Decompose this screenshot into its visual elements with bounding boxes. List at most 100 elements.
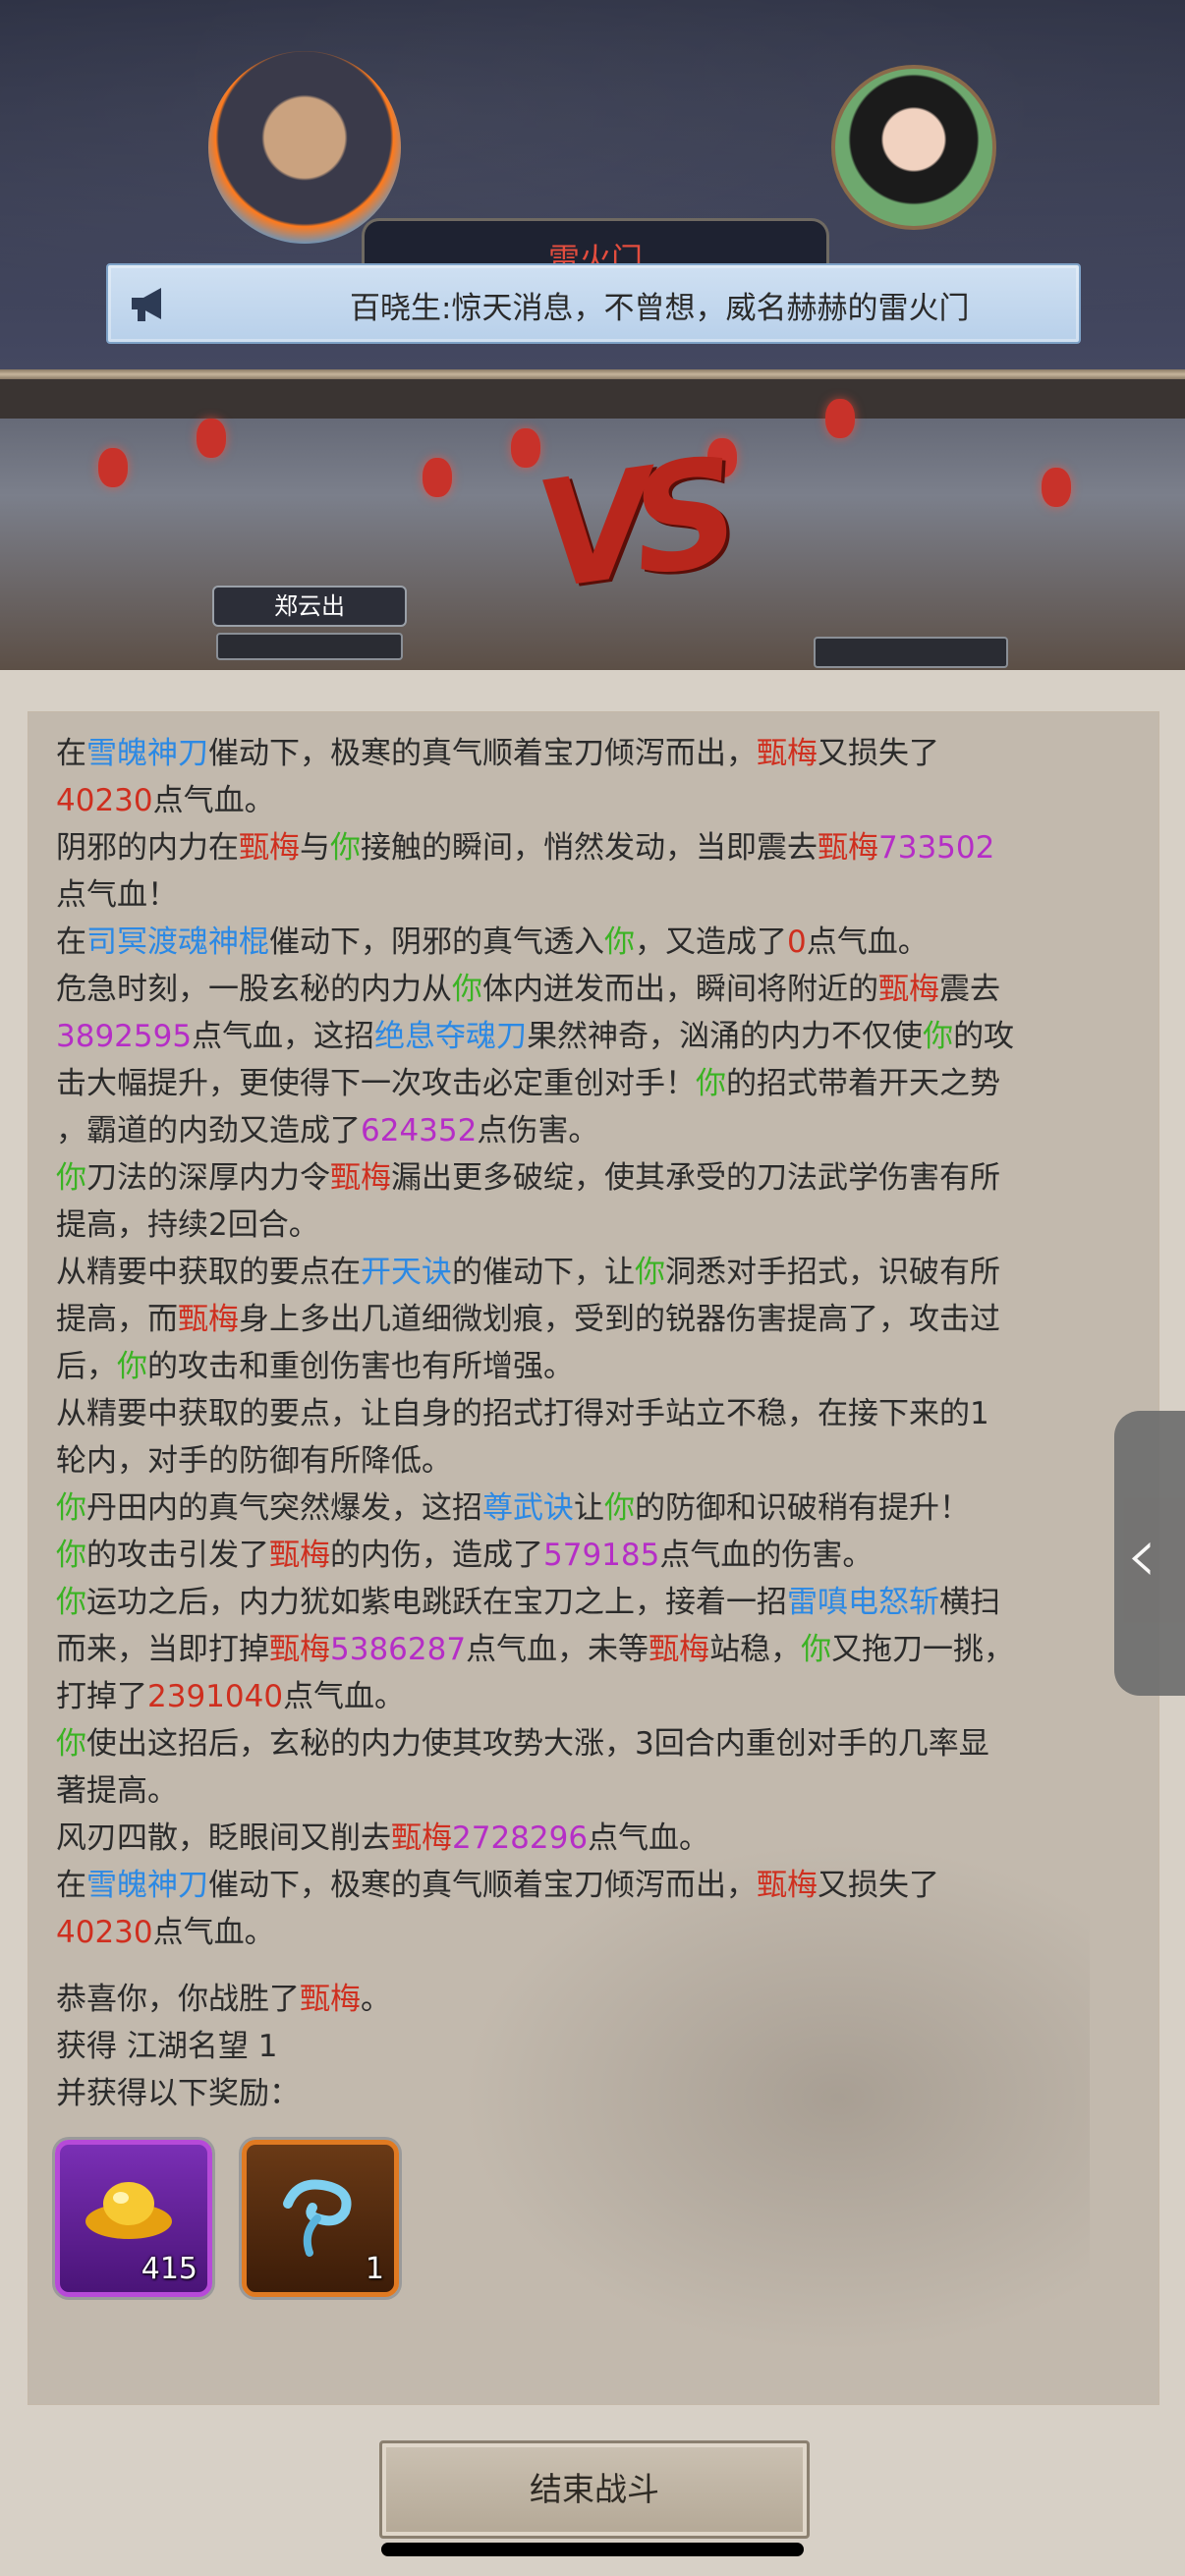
log-line: 在雪魄神刀催动下，极寒的真气顺着宝刀倾泻而出，甄梅又损失了 <box>56 1862 1137 1909</box>
player-avatar[interactable] <box>208 51 401 244</box>
log-segment: 你 <box>604 924 635 960</box>
log-segment: 并获得以下奖励： <box>56 2076 300 2111</box>
log-segment: 开天诀 <box>361 1255 452 1290</box>
log-segment: 点气血。 <box>152 1915 275 1950</box>
log-segment: 3892595 <box>56 1019 193 1054</box>
log-segment: 洞悉对手招式，识破有所 <box>665 1255 1000 1290</box>
log-segment: 后， <box>56 1349 117 1384</box>
reward-item[interactable]: 1 <box>242 2140 399 2297</box>
log-segment: 5386287 <box>330 1632 467 1667</box>
log-line: 打掉了2391040点气血。 <box>56 1673 1137 1720</box>
log-segment: 催动下，极寒的真气顺着宝刀倾泻而出， <box>208 1868 757 1903</box>
log-segment: 丹田内的真气突然爆发，这招 <box>86 1490 482 1526</box>
log-segment: 点气血。 <box>588 1820 710 1856</box>
megaphone-icon <box>132 288 161 321</box>
log-segment: 获得 江湖名望 1 <box>56 2029 278 2064</box>
log-segment: 40230 <box>56 783 153 818</box>
log-segment: 在 <box>56 924 86 960</box>
log-segment: 你 <box>117 1349 147 1384</box>
log-segment: 震去 <box>939 972 1000 1007</box>
end-battle-button[interactable]: 结束战斗 <box>379 2440 810 2539</box>
reward-item[interactable]: 415 <box>55 2140 212 2297</box>
log-segment: 运功之后，内力犹如紫电跳跃在宝刀之上，接着一招 <box>86 1585 787 1620</box>
log-segment: 与 <box>300 830 330 866</box>
log-segment: 使出这招后，玄秘的内力使其攻势大涨，3回合内重创对手的几率显 <box>86 1726 989 1762</box>
log-segment: 让 <box>574 1490 604 1526</box>
log-line: 风刃四散，眨眼间又削去甄梅2728296点气血。 <box>56 1815 1137 1862</box>
log-segment: 雪魄神刀 <box>86 736 208 771</box>
log-segment: 你 <box>635 1255 665 1290</box>
log-segment: 甄梅 <box>269 1632 330 1667</box>
opponent-avatar[interactable] <box>831 65 996 230</box>
log-line: 3892595点气血，这招绝息夺魂刀果然神奇，汹涌的内力不仅使你的攻 <box>56 1013 1137 1060</box>
log-segment: 你 <box>56 1585 86 1620</box>
log-line: 著提高。 <box>56 1767 1137 1815</box>
log-segment: 果然神奇，汹涌的内力不仅使 <box>527 1019 924 1054</box>
log-segment: 点气血。 <box>283 1679 406 1714</box>
opponent-hp-bar <box>814 637 1008 668</box>
log-segment: 甄梅 <box>300 1982 361 2017</box>
announcement-banner[interactable]: 百晓生:惊天消息，不曾想，威名赫赫的雷火门 <box>106 263 1081 344</box>
log-line: 获得 江湖名望 1 <box>56 2023 1137 2070</box>
log-segment: 体内迸发而出，瞬间将附近的 <box>482 972 878 1007</box>
log-segment: 司冥渡魂神棍 <box>86 924 269 960</box>
log-segment: 你 <box>330 830 361 866</box>
log-segment: 恭喜你，你战胜了 <box>56 1982 300 2017</box>
log-segment: 横扫 <box>939 1585 1000 1620</box>
log-segment: 站稳， <box>709 1632 802 1667</box>
log-segment: 甄梅 <box>269 1538 330 1573</box>
log-line: 点气血！ <box>56 871 1137 919</box>
battle-log: 在雪魄神刀催动下，极寒的真气顺着宝刀倾泻而出，甄梅又损失了 40230点气血。 阴邪… <box>56 730 1137 2117</box>
log-segment: 甄梅 <box>178 1302 239 1337</box>
log-segment: 733502 <box>878 830 995 866</box>
log-segment: 点气血。 <box>806 924 929 960</box>
log-line: 轮内，对手的防御有所降低。 <box>56 1437 1137 1484</box>
log-segment: 从精要中获取的要点，让自身的招式打得对手站立不稳，在接下来的1 <box>56 1396 989 1431</box>
log-line: 恭喜你，你战胜了甄梅。 <box>56 1976 1137 2023</box>
reward-count: 415 <box>141 2252 198 2286</box>
log-gap <box>56 1956 1137 1976</box>
log-segment: 0 <box>787 924 807 960</box>
log-line: 在雪魄神刀催动下，极寒的真气顺着宝刀倾泻而出，甄梅又损失了 <box>56 730 1137 777</box>
log-segment: 你 <box>56 1726 86 1762</box>
log-segment: 你 <box>604 1490 635 1526</box>
log-segment: 2391040 <box>147 1679 284 1714</box>
log-segment: 2728296 <box>452 1820 589 1856</box>
player-name-plate: 郑云出 <box>212 586 407 627</box>
log-segment: 从精要中获取的要点在 <box>56 1255 361 1290</box>
gold-ingot-icon <box>85 2182 172 2239</box>
log-segment: 危急时刻，一股玄秘的内力从 <box>56 972 452 1007</box>
log-line: 提高，而甄梅身上多出几道细微划痕，受到的锐器伤害提高了，攻击过 <box>56 1296 1137 1343</box>
announcement-text: 百晓生:惊天消息，不曾想，威名赫赫的雷火门 <box>350 291 970 326</box>
log-segment: 打掉了 <box>56 1679 147 1714</box>
reward-count: 1 <box>365 2252 384 2286</box>
log-segment: 刀法的深厚内力令 <box>86 1160 330 1196</box>
log-segment: 你 <box>696 1066 726 1101</box>
log-segment: ，又造成了 <box>635 924 787 960</box>
log-segment: 。 <box>361 1982 391 2017</box>
log-segment: 的内伤，造成了 <box>330 1538 543 1573</box>
log-segment: 579185 <box>543 1538 660 1573</box>
log-line: 40230点气血。 <box>56 777 1137 824</box>
log-segment: 点气血！ <box>56 877 178 913</box>
log-line: 从精要中获取的要点，让自身的招式打得对手站立不稳，在接下来的1 <box>56 1390 1137 1437</box>
log-segment: 的防御和识破稍有提升！ <box>635 1490 970 1526</box>
blue-cloud-icon <box>283 2179 352 2257</box>
side-drawer-tab[interactable]: ‹ <box>1114 1411 1185 1696</box>
log-segment: 绝息夺魂刀 <box>374 1019 528 1054</box>
header-divider <box>0 369 1185 379</box>
log-line: 后，你的攻击和重创伤害也有所增强。 <box>56 1343 1137 1390</box>
log-line: 在司冥渡魂神棍催动下，阴邪的真气透入你，又造成了0点气血。 <box>56 919 1137 966</box>
log-segment: 提高，而 <box>56 1302 178 1337</box>
log-line: 击大幅提升，更使得下一次攻击必定重创对手！你的招式带着开天之势 <box>56 1060 1137 1107</box>
home-indicator[interactable] <box>381 2543 804 2556</box>
log-segment: 点气血，未等 <box>466 1632 649 1667</box>
log-segment: 的招式带着开天之势 <box>726 1066 1000 1101</box>
log-segment: 甄梅 <box>757 1868 818 1903</box>
log-segment: 雪魄神刀 <box>86 1868 208 1903</box>
log-segment: 甄梅 <box>649 1632 710 1667</box>
log-segment: 你 <box>923 1019 954 1054</box>
log-segment: 甄梅 <box>757 736 818 771</box>
log-segment: 甄梅 <box>391 1820 452 1856</box>
log-line: ，霸道的内劲又造成了624352点伤害。 <box>56 1107 1137 1154</box>
